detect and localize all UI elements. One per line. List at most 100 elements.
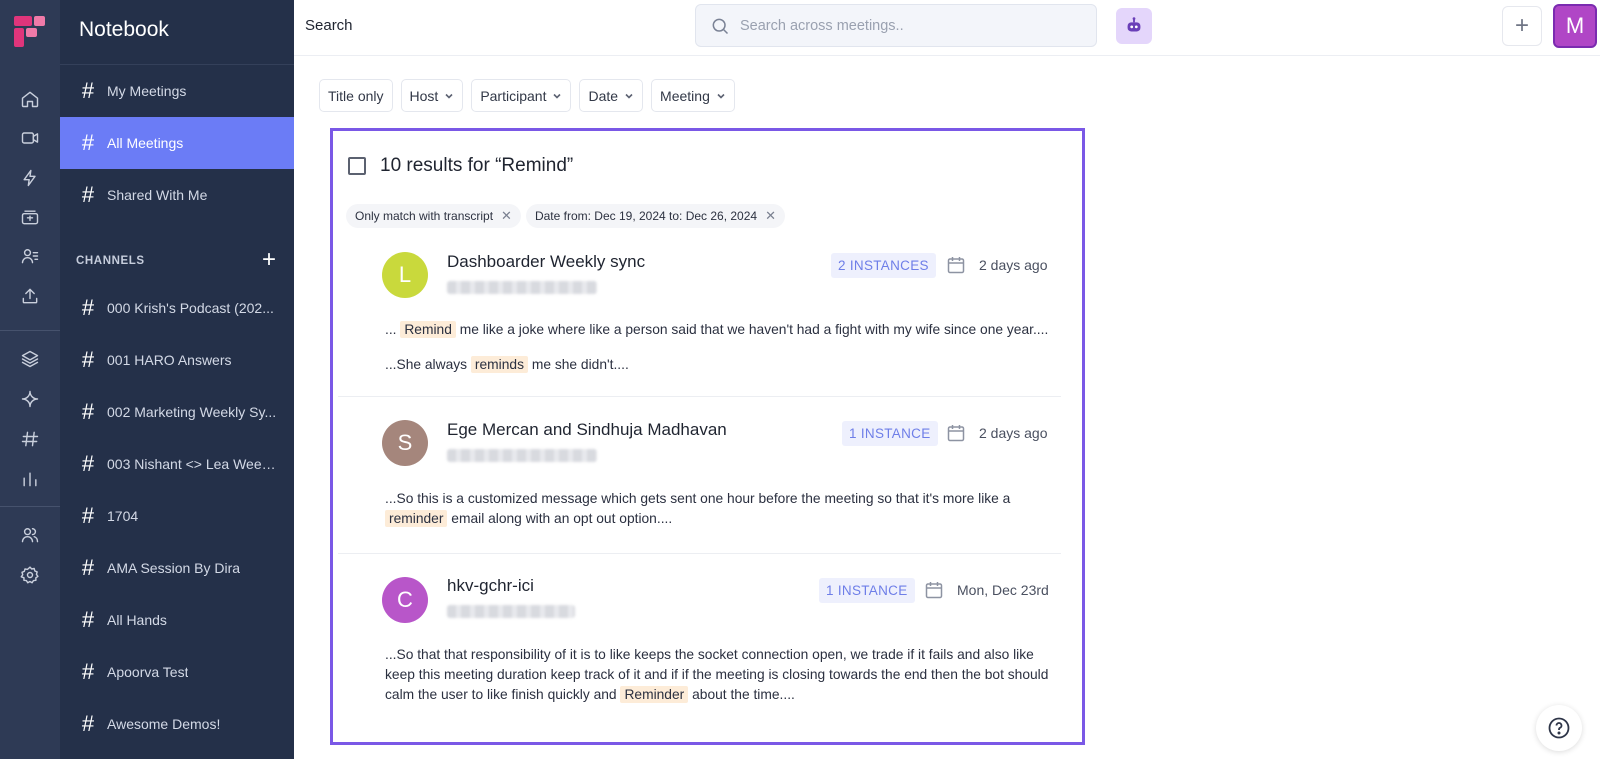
sidebar-item-all-meetings[interactable]: # All Meetings — [60, 117, 294, 169]
search-box[interactable] — [695, 4, 1097, 47]
channel-item[interactable]: # Apoorva Test — [60, 646, 294, 698]
keyword-highlight: reminds — [470, 356, 528, 373]
keyword-highlight: Reminder — [620, 686, 689, 703]
hashtag-icon: # — [81, 295, 95, 320]
channel-label: All Hands — [107, 612, 167, 628]
channel-label: 003 Nishant <> Lea Week... — [107, 456, 277, 472]
sidebar-item-label: All Meetings — [107, 135, 184, 151]
layers-icon[interactable] — [18, 347, 42, 371]
channel-label: 000 Krish's Podcast (202... — [107, 300, 274, 316]
sidebar-item-label: Shared With Me — [107, 187, 208, 203]
sidebar-item-my-meetings[interactable]: # My Meetings — [60, 65, 294, 117]
snippet-text: me like a joke where like a person said … — [459, 322, 1049, 337]
result-divider — [338, 396, 1061, 397]
ai-bot-button[interactable] — [1116, 8, 1152, 44]
filter-label: Meeting — [660, 87, 710, 104]
hashtag-icon[interactable] — [18, 427, 42, 451]
sidebar-item-shared-with-me[interactable]: # Shared With Me — [60, 169, 294, 221]
channel-label: Apoorva Test — [107, 664, 189, 680]
sparkle-icon[interactable] — [18, 387, 42, 411]
channel-item[interactable]: # AMA Session By Dira — [60, 542, 294, 594]
lightning-icon[interactable] — [18, 166, 42, 190]
channel-item[interactable]: # Awesome Demos! — [60, 698, 294, 750]
bar-chart-icon[interactable] — [18, 467, 42, 491]
filter-participant-dropdown[interactable]: Participant — [471, 79, 572, 112]
channel-item[interactable]: # All Hands — [60, 594, 294, 646]
new-item-button[interactable]: + — [1502, 6, 1542, 46]
team-icon[interactable] — [18, 523, 42, 547]
channel-label: Awesome Demos! — [107, 716, 221, 732]
page-title: Search — [305, 17, 353, 34]
hashtag-icon: # — [81, 78, 95, 103]
meeting-title[interactable]: hkv-gchr-ici — [447, 576, 534, 596]
channel-item[interactable]: # 003 Nishant <> Lea Week... — [60, 438, 294, 490]
select-all-checkbox[interactable] — [348, 157, 366, 175]
avatar: C — [382, 577, 428, 623]
filter-host-dropdown[interactable]: Host — [400, 79, 464, 112]
filter-date-dropdown[interactable]: Date — [579, 79, 644, 112]
home-icon[interactable] — [18, 87, 42, 111]
active-filter-tags: Only match with transcript ✕ Date from: … — [346, 204, 785, 228]
hashtag-icon: # — [81, 451, 95, 476]
contacts-icon[interactable] — [18, 244, 42, 268]
results-header: 10 results for “Remind” — [348, 155, 573, 177]
app-logo-icon[interactable] — [13, 15, 47, 49]
calendar-icon — [946, 423, 966, 443]
robot-icon — [1127, 17, 1141, 32]
chevron-down-icon — [552, 91, 562, 101]
snippet-text: me she didn't.... — [531, 357, 629, 372]
channel-item[interactable]: # 001 HARO Answers — [60, 334, 294, 386]
filter-tag-date-range: Date from: Dec 19, 2024 to: Dec 26, 2024… — [525, 204, 785, 228]
snippet-text: ...So this is a customized message which… — [385, 491, 1011, 506]
add-channel-button[interactable]: + — [258, 248, 280, 272]
hashtag-icon: # — [81, 182, 95, 207]
filter-bar: Title only Host Participant Date Meeting — [319, 79, 735, 112]
chevron-down-icon — [444, 91, 454, 101]
notebook-sidebar: Notebook # My Meetings # All Meetings # … — [60, 0, 294, 759]
snippet-text: ...She always — [385, 357, 468, 372]
hashtag-icon: # — [81, 711, 95, 736]
tag-label: Only match with transcript — [355, 209, 494, 223]
meeting-date: 2 days ago — [979, 257, 1048, 273]
instances-badge: 1 INSTANCE — [819, 578, 915, 603]
calendar-icon — [946, 255, 966, 275]
filter-meeting-dropdown[interactable]: Meeting — [651, 79, 735, 112]
transcript-snippet[interactable]: ... Remind me like a joke where like a p… — [385, 320, 1050, 340]
search-input[interactable] — [740, 17, 1080, 34]
rail-divider — [0, 330, 60, 331]
channels-header: CHANNELS — [76, 255, 145, 267]
settings-icon[interactable] — [18, 563, 42, 587]
upload-icon[interactable] — [18, 284, 42, 308]
meeting-date: Mon, Dec 23rd — [957, 582, 1049, 598]
channel-item[interactable]: # 002 Marketing Weekly Sy... — [60, 386, 294, 438]
channel-item[interactable]: # 1704 — [60, 490, 294, 542]
keyword-highlight: Remind — [400, 321, 456, 338]
chevron-down-icon — [716, 91, 726, 101]
meeting-title[interactable]: Dashboarder Weekly sync — [447, 252, 645, 272]
channel-label: 1704 — [107, 508, 139, 524]
transcript-snippet[interactable]: ...She always reminds me she didn't.... — [385, 355, 1050, 375]
filter-label: Participant — [480, 87, 547, 104]
help-button[interactable] — [1536, 705, 1582, 751]
meeting-title[interactable]: Ege Mercan and Sindhuja Madhavan — [447, 420, 727, 440]
channel-item[interactable]: # 000 Krish's Podcast (202... — [60, 282, 294, 334]
instances-badge: 1 INSTANCE — [842, 421, 938, 446]
meetings-box-icon[interactable] — [18, 205, 42, 229]
video-icon[interactable] — [18, 126, 42, 150]
hashtag-icon: # — [81, 130, 95, 155]
close-icon[interactable]: ✕ — [501, 208, 512, 224]
transcript-snippet[interactable]: ...So that that responsibility of it is … — [385, 645, 1050, 705]
channel-label: 002 Marketing Weekly Sy... — [107, 404, 277, 420]
snippet-text: email along with an opt out option.... — [451, 511, 673, 526]
close-icon[interactable]: ✕ — [765, 208, 776, 224]
filter-title-only[interactable]: Title only — [319, 79, 393, 112]
avatar: S — [382, 420, 428, 466]
chevron-down-icon — [624, 91, 634, 101]
filter-label: Title only — [328, 87, 384, 104]
app-root: Notebook # My Meetings # All Meetings # … — [0, 0, 1600, 759]
search-results-panel: 10 results for “Remind” Only match with … — [330, 128, 1085, 745]
user-avatar[interactable]: M — [1553, 4, 1597, 48]
transcript-snippet[interactable]: ...So this is a customized message which… — [385, 489, 1050, 529]
host-email-blurred — [447, 605, 575, 618]
filter-tag-transcript: Only match with transcript ✕ — [346, 204, 521, 228]
